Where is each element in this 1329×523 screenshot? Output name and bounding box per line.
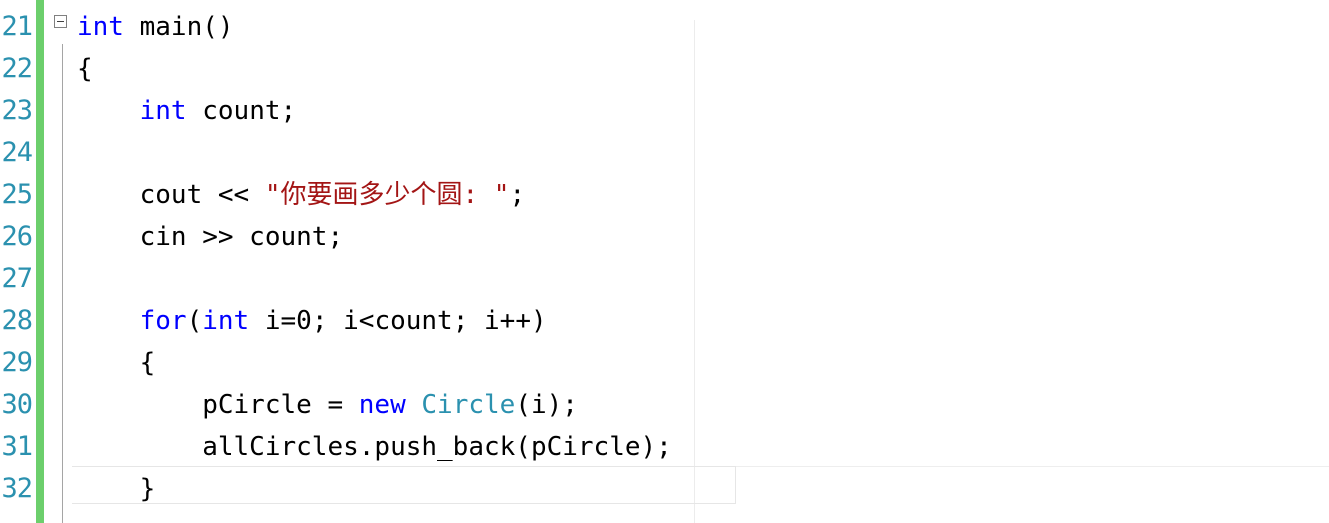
code-text[interactable]: int main() xyxy=(77,10,234,44)
code-text[interactable]: cin >> count; xyxy=(77,220,344,254)
code-token: i=0; i<count; i++) xyxy=(249,306,547,336)
keyword-token: int xyxy=(202,306,250,336)
keyword-token: new xyxy=(358,390,406,420)
code-line[interactable]: 25 cout << "你要画多少个圆: "; xyxy=(0,174,1329,216)
code-line[interactable]: 26 cin >> count; xyxy=(0,216,1329,258)
code-token: main() xyxy=(123,12,234,42)
code-text[interactable]: { xyxy=(77,52,93,86)
code-text[interactable]: } xyxy=(77,472,156,506)
line-number: 23 xyxy=(1,95,33,126)
line-number: 28 xyxy=(1,305,33,336)
code-text[interactable]: int count; xyxy=(77,94,297,128)
line-number: 21 xyxy=(1,11,33,42)
code-token: { xyxy=(77,348,156,378)
code-text[interactable]: cout << "你要画多少个圆: "; xyxy=(77,178,526,212)
line-number: 30 xyxy=(1,389,33,420)
code-token: count; xyxy=(186,96,297,126)
code-editor[interactable]: 21 int main() 22 {23 int count; 24 25 cout <<… xyxy=(0,0,1329,523)
line-number: 24 xyxy=(1,137,33,168)
code-token: cout << xyxy=(77,180,265,210)
line-number: 29 xyxy=(1,347,33,378)
code-token: allCircles.push_back(pCircle); xyxy=(77,432,672,462)
code-token: cin >> count; xyxy=(77,222,344,252)
code-token: ( xyxy=(186,306,203,336)
code-text[interactable]: for(int i=0; i<count; i++) xyxy=(77,304,547,338)
code-line[interactable]: 30 pCircle = new Circle(i); xyxy=(0,384,1329,426)
code-token: } xyxy=(77,474,156,504)
code-line[interactable]: 24 xyxy=(0,132,1329,174)
code-line[interactable]: 31 allCircles.push_back(pCircle); xyxy=(0,426,1329,468)
type-token: Circle xyxy=(421,390,516,420)
line-number: 22 xyxy=(1,53,33,84)
line-number: 26 xyxy=(1,221,33,252)
code-token: (i); xyxy=(515,390,578,420)
code-line[interactable]: 29 { xyxy=(0,342,1329,384)
code-text[interactable]: pCircle = new Circle(i); xyxy=(77,388,578,422)
code-line[interactable]: 22 { xyxy=(0,48,1329,90)
code-line[interactable]: 23 int count; xyxy=(0,90,1329,132)
line-number: 27 xyxy=(1,263,33,294)
code-token: pCircle = xyxy=(77,390,359,420)
code-text[interactable]: { xyxy=(77,346,156,380)
code-text[interactable]: allCircles.push_back(pCircle); xyxy=(77,430,672,464)
code-line[interactable]: 28 for(int i=0; i<count; i++) xyxy=(0,300,1329,342)
line-number: 25 xyxy=(1,179,33,210)
code-token: { xyxy=(77,54,93,84)
code-line[interactable]: 27 xyxy=(0,258,1329,300)
code-line[interactable]: 32 } xyxy=(0,468,1329,510)
line-number: 31 xyxy=(1,431,33,462)
code-token: ; xyxy=(509,180,526,210)
string-token: "你要画多少个圆: " xyxy=(264,180,510,210)
keyword-token: int xyxy=(139,96,187,126)
code-line[interactable]: 21 int main() xyxy=(0,6,1329,48)
keyword-token: for xyxy=(139,306,187,336)
line-number: 32 xyxy=(1,473,33,504)
keyword-token: int xyxy=(77,12,124,42)
